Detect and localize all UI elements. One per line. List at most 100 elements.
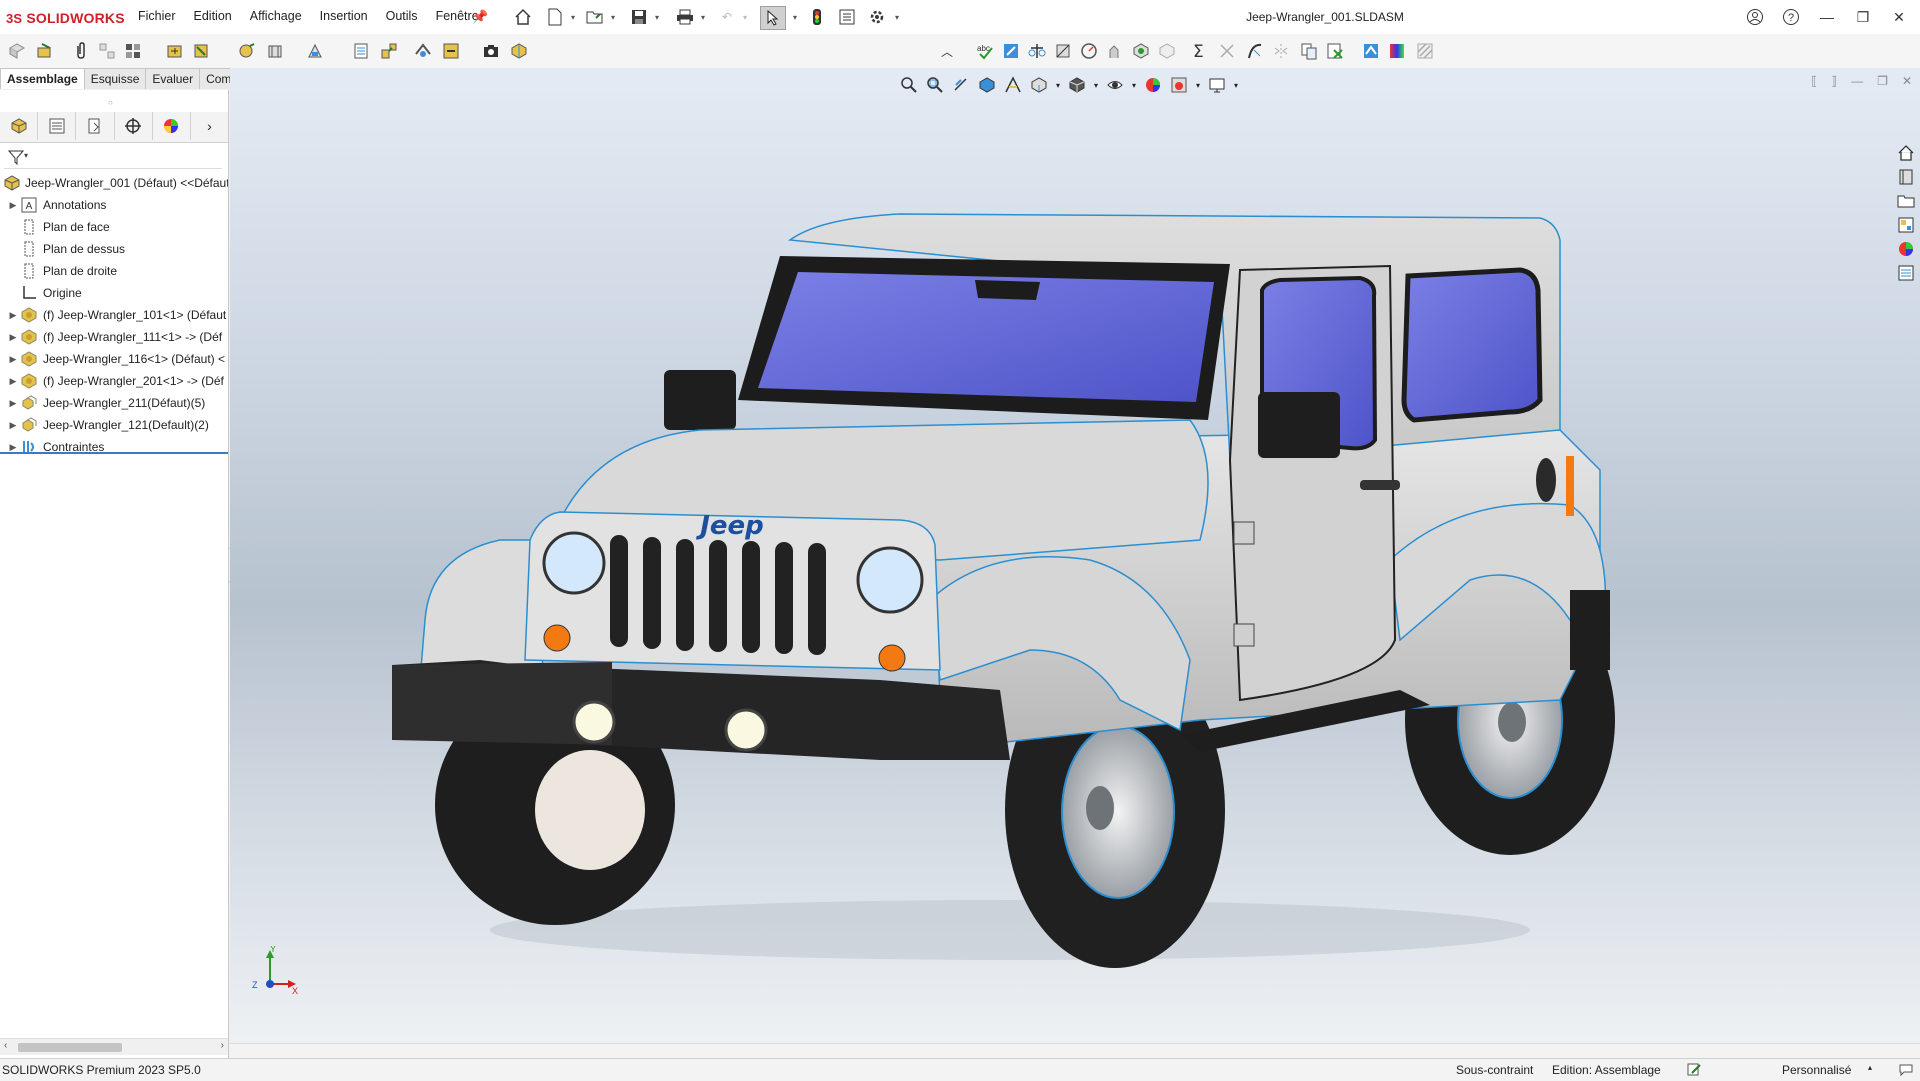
expand-arrow-icon[interactable]: ▶ <box>6 376 20 387</box>
save-icon[interactable] <box>628 6 650 28</box>
hole-alignment-icon[interactable] <box>1216 40 1238 62</box>
menu-insertion[interactable]: Insertion <box>320 9 368 23</box>
update-speedpak-icon[interactable] <box>440 40 462 62</box>
configuration-manager-icon[interactable] <box>76 112 115 140</box>
tree-item-plan-de-dessus[interactable]: Plan de dessus <box>0 238 228 260</box>
reference-geometry-icon[interactable] <box>264 40 286 62</box>
graphics-area[interactable]: ▾ ▾ ▾ ▾ ▾ ⟦ ⟧ — ❐ ✕ Jeep Y X Z <box>230 68 1920 1043</box>
scroll-left-icon[interactable]: ‹ <box>4 1040 7 1051</box>
dimxpert-manager-icon[interactable] <box>115 112 153 140</box>
new-document-icon[interactable] <box>544 6 566 28</box>
compare-documents-icon[interactable] <box>1298 40 1320 62</box>
menu-edition[interactable]: Edition <box>194 9 232 23</box>
display-manager-icon[interactable] <box>153 112 191 140</box>
options-dropdown-icon[interactable]: ▾ <box>892 6 902 28</box>
undo-dropdown-icon[interactable]: ▾ <box>740 6 750 28</box>
menu-affichage[interactable]: Affichage <box>250 9 302 23</box>
undo-icon[interactable]: ↶ <box>716 6 738 28</box>
featuremanager-tree-icon[interactable] <box>0 112 39 140</box>
tree-item-origine[interactable]: Origine <box>0 282 228 304</box>
unit-system-selector[interactable]: Personnalisé <box>1782 1063 1851 1077</box>
scrollbar-thumb[interactable] <box>18 1043 122 1052</box>
take-snapshot-icon[interactable] <box>480 40 502 62</box>
measure-icon[interactable] <box>1000 40 1022 62</box>
expand-arrow-icon[interactable]: ▶ <box>6 332 20 343</box>
deviation-analysis-icon[interactable] <box>1386 40 1408 62</box>
print-icon[interactable] <box>674 6 696 28</box>
restore-window-icon[interactable]: ❐ <box>1850 6 1876 28</box>
assembly-features-icon[interactable] <box>236 40 258 62</box>
tab-assemblage[interactable]: Assemblage <box>0 68 85 89</box>
mate-icon[interactable] <box>34 40 56 62</box>
select-dropdown-icon[interactable]: ▾ <box>790 6 800 28</box>
linear-pattern-icon[interactable] <box>96 40 118 62</box>
collapse-ribbon-icon[interactable]: ︿ <box>936 40 958 62</box>
file-properties-icon[interactable] <box>836 6 858 28</box>
mass-properties-icon[interactable] <box>1026 40 1048 62</box>
expand-arrow-icon[interactable]: ▶ <box>6 442 20 453</box>
print-dropdown-icon[interactable]: ▾ <box>698 6 708 28</box>
right-side-mirror[interactable] <box>1258 392 1340 458</box>
pin-icon[interactable]: 📌 <box>472 9 488 25</box>
jeep-3d-model[interactable]: Jeep <box>230 68 1920 1043</box>
expand-arrow-icon[interactable]: ▶ <box>6 200 20 211</box>
expand-arrow-icon[interactable]: ▶ <box>6 398 20 409</box>
rebuild-status-icon[interactable] <box>1686 1061 1702 1080</box>
performance-evaluation-icon[interactable] <box>1104 40 1126 62</box>
account-icon[interactable] <box>1742 6 1768 28</box>
tree-item-component-201[interactable]: ▶ (f) Jeep-Wrangler_201<1> -> (Déf <box>0 370 228 392</box>
left-side-mirror[interactable] <box>664 370 736 430</box>
new-dropdown-icon[interactable]: ▾ <box>568 6 578 28</box>
zebra-stripes-icon[interactable] <box>1414 40 1436 62</box>
tree-item-plan-de-face[interactable]: Plan de face <box>0 216 228 238</box>
sum-equations-icon[interactable]: Σ <box>1188 40 1210 62</box>
graphics-horizontal-scrollbar[interactable] <box>230 1043 1920 1059</box>
rebuild-icon[interactable] <box>806 6 828 28</box>
tree-item-annotations[interactable]: ▶ A Annotations <box>0 194 228 216</box>
tab-evaluer[interactable]: Evaluer <box>145 68 201 89</box>
rear-quarter-window[interactable] <box>1401 267 1543 423</box>
large-assembly-mode-icon[interactable] <box>508 40 530 62</box>
paperclip-icon[interactable] <box>70 40 92 62</box>
menu-fichier[interactable]: Fichier <box>138 9 176 23</box>
show-hidden-components-icon[interactable] <box>190 40 212 62</box>
open-dropdown-icon[interactable]: ▾ <box>608 6 618 28</box>
units-dropdown-icon[interactable]: ▴ <box>1868 1063 1872 1072</box>
property-manager-icon[interactable] <box>38 112 77 140</box>
costing-icon[interactable] <box>1360 40 1382 62</box>
tree-item-plan-de-droite[interactable]: Plan de droite <box>0 260 228 282</box>
save-dropdown-icon[interactable]: ▾ <box>652 6 662 28</box>
clearance-verification-icon[interactable] <box>1156 40 1178 62</box>
tree-item-component-116[interactable]: ▶ Jeep-Wrangler_116<1> (Défaut) < <box>0 348 228 370</box>
scroll-right-icon[interactable]: › <box>221 1040 224 1051</box>
solidworks-logo[interactable]: 3S SOLIDWORKS <box>6 8 125 28</box>
tab-esquisse[interactable]: Esquisse <box>83 68 147 89</box>
symmetry-check-icon[interactable] <box>1270 40 1292 62</box>
tree-horizontal-scrollbar[interactable]: ‹ › <box>0 1038 228 1055</box>
insert-component-icon[interactable] <box>6 40 28 62</box>
expand-arrow-icon[interactable]: ▶ <box>6 354 20 365</box>
sensor-icon[interactable] <box>1078 40 1100 62</box>
panel-splitter-handle[interactable]: ○ <box>108 98 113 107</box>
tree-filter[interactable]: ▾ <box>4 146 222 169</box>
collaboration-icon[interactable] <box>1898 1061 1914 1080</box>
smart-fasteners-icon[interactable] <box>122 40 144 62</box>
tree-item-pattern-211[interactable]: ▶ Jeep-Wrangler_211(Défaut)(5) <box>0 392 228 414</box>
section-properties-icon[interactable] <box>1052 40 1074 62</box>
select-pointer-icon[interactable] <box>760 6 786 30</box>
tree-item-contraintes[interactable]: ▶ Contraintes <box>0 436 228 458</box>
exploded-view-icon[interactable] <box>378 40 400 62</box>
instant3d-icon[interactable] <box>412 40 434 62</box>
move-component-icon[interactable] <box>164 40 186 62</box>
tree-item-pattern-121[interactable]: ▶ Jeep-Wrangler_121(Default)(2) <box>0 414 228 436</box>
expand-arrow-icon[interactable]: ▶ <box>6 420 20 431</box>
new-motion-study-icon[interactable] <box>304 40 326 62</box>
bill-of-materials-icon[interactable] <box>350 40 372 62</box>
tree-item-component-101[interactable]: ▶ (f) Jeep-Wrangler_101<1> (Défaut <box>0 304 228 326</box>
expand-arrow-icon[interactable]: ▶ <box>6 310 20 321</box>
spell-check-icon[interactable]: abc <box>974 40 996 62</box>
check-active-document-icon[interactable] <box>1324 40 1346 62</box>
more-tabs-chevron-icon[interactable]: › <box>191 112 228 140</box>
interference-detection-icon[interactable] <box>1130 40 1152 62</box>
menu-outils[interactable]: Outils <box>386 9 418 23</box>
